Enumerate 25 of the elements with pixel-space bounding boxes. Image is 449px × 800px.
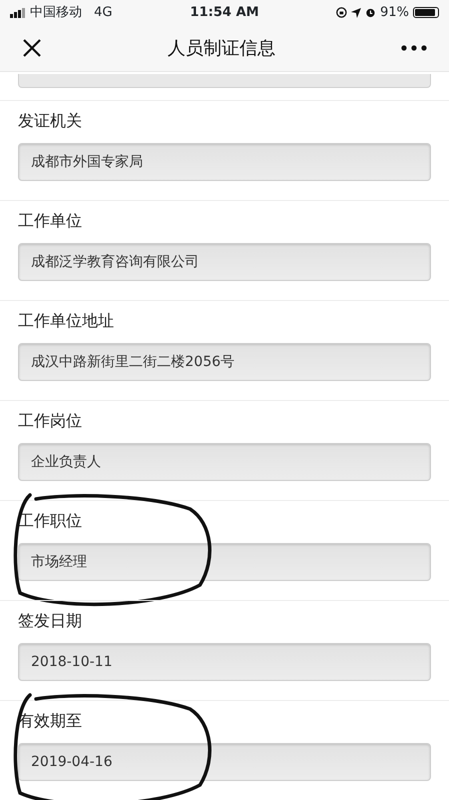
input-field[interactable]: 2018-10-11 xyxy=(18,643,431,681)
input-field[interactable]: 成都泛学教育咨询有限公司 xyxy=(18,243,431,281)
input-field[interactable] xyxy=(18,74,431,88)
signal-icon xyxy=(10,8,26,18)
close-icon[interactable] xyxy=(22,38,42,58)
field-label: 工作单位地址 xyxy=(18,310,115,332)
page-title: 人员制证信息 xyxy=(166,36,276,60)
network-type: 4G xyxy=(94,4,112,22)
input-field[interactable]: 成汉中路新街里二街二楼2056号 xyxy=(18,343,431,381)
field-label: 工作单位 xyxy=(18,210,83,232)
input-field[interactable]: 企业负责人 xyxy=(18,443,431,481)
input-field[interactable]: 市场经理 xyxy=(18,543,431,581)
input-field[interactable]: 成都市外国专家局 xyxy=(18,143,431,181)
battery-icon xyxy=(413,7,439,18)
carrier-name: 中国移动 xyxy=(30,4,82,22)
alarm-clock-icon xyxy=(365,7,376,18)
location-arrow-icon xyxy=(351,8,362,18)
status-time: 11:54 AM xyxy=(189,4,260,22)
field-label: 发证机关 xyxy=(18,110,83,132)
field-label: 签发日期 xyxy=(18,610,83,632)
field-label: 工作岗位 xyxy=(18,410,83,432)
more-icon[interactable] xyxy=(401,45,427,51)
lock-rotation-icon xyxy=(336,7,348,18)
battery-percent: 91% xyxy=(380,4,409,22)
input-field[interactable]: 2019-04-16 xyxy=(18,743,431,781)
